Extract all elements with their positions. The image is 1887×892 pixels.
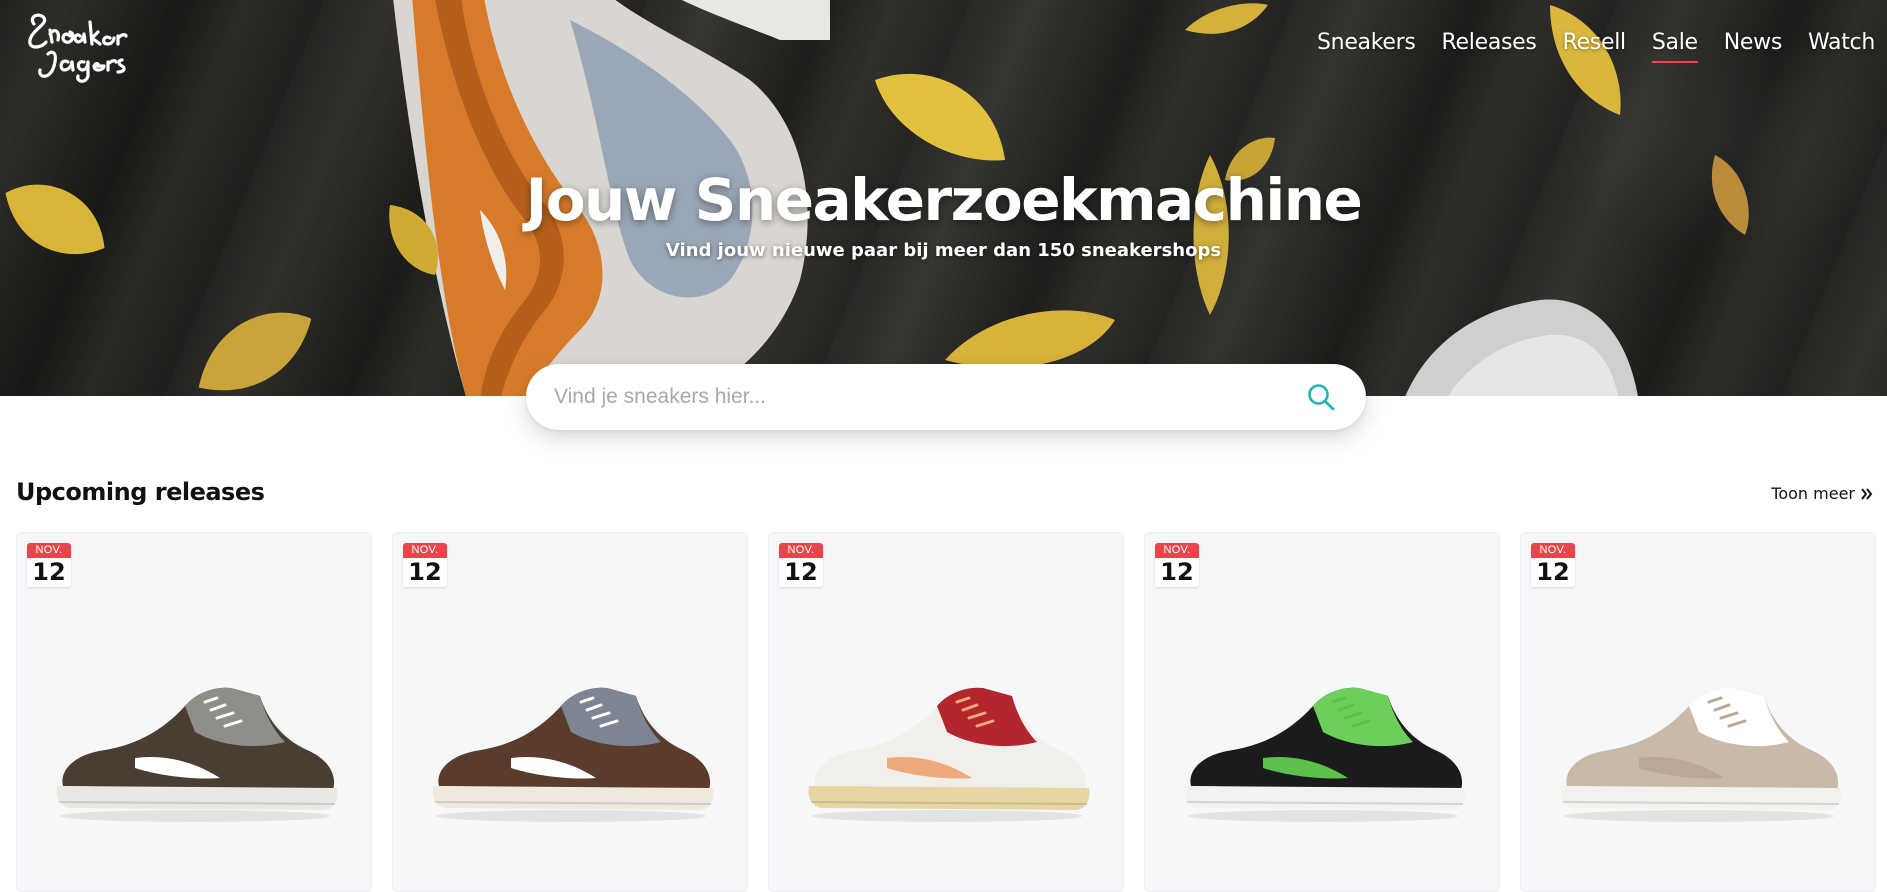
hero-sneaker-image-2: [1405, 299, 1638, 396]
show-more-link[interactable]: Toon meer: [1771, 484, 1873, 503]
release-day: 12: [784, 558, 818, 586]
search-input[interactable]: [554, 364, 1274, 430]
release-month: NOV.: [27, 543, 71, 558]
sneakerjagers-logo[interactable]: [18, 6, 128, 86]
nav-item-watch[interactable]: Watch: [1808, 30, 1875, 63]
release-card[interactable]: NOV. 12: [392, 532, 748, 892]
release-date-badge: NOV. 12: [1155, 543, 1199, 587]
sneaker-image: [1184, 687, 1466, 822]
leaf-decoration: [1185, 3, 1268, 34]
hero-banner: Sneakers Releases Resell Sale News Watch…: [0, 0, 1887, 396]
release-card[interactable]: NOV. 12: [768, 532, 1124, 892]
nav-item-releases[interactable]: Releases: [1442, 30, 1537, 63]
release-date-badge: NOV. 12: [1531, 543, 1575, 587]
sneaker-image: [432, 687, 714, 822]
release-date-badge: NOV. 12: [403, 543, 447, 587]
release-card[interactable]: NOV. 12: [1520, 532, 1876, 892]
nav-item-news[interactable]: News: [1724, 30, 1783, 63]
nav-item-sale[interactable]: Sale: [1651, 30, 1698, 63]
leaf-decoration: [875, 73, 1005, 161]
release-month: NOV.: [1155, 543, 1199, 558]
main-nav: Sneakers Releases Resell Sale News Watch: [1317, 30, 1875, 63]
search-bar: [526, 364, 1366, 430]
nav-item-resell[interactable]: Resell: [1563, 30, 1627, 63]
release-date-badge: NOV. 12: [779, 543, 823, 587]
release-day: 12: [1536, 558, 1570, 586]
release-day: 12: [408, 558, 442, 586]
hero-subtitle: Vind jouw nieuwe paar bij meer dan 150 s…: [665, 240, 1222, 261]
sneaker-image: [56, 687, 338, 822]
show-more-label: Toon meer: [1771, 484, 1855, 503]
release-card[interactable]: NOV. 12: [1144, 532, 1500, 892]
release-day: 12: [1160, 558, 1194, 586]
release-card[interactable]: NOV. 12: [16, 532, 372, 892]
search-icon[interactable]: [1306, 382, 1336, 412]
sneaker-image: [808, 687, 1090, 822]
leaf-decoration: [198, 312, 312, 391]
nav-item-sneakers[interactable]: Sneakers: [1317, 30, 1416, 63]
hero-title: Jouw Sneakerzoekmachine: [525, 166, 1363, 234]
release-month: NOV.: [779, 543, 823, 558]
release-month: NOV.: [1531, 543, 1575, 558]
double-chevron-right-icon: [1861, 487, 1873, 500]
release-date-badge: NOV. 12: [27, 543, 71, 587]
release-day: 12: [32, 558, 66, 586]
sneaker-image: [1560, 687, 1842, 822]
release-month: NOV.: [403, 543, 447, 558]
upcoming-releases-title: Upcoming releases: [16, 478, 265, 506]
release-cards: NOV. 12 NOV. 12 NOV. 12 NOV. 12 NOV. 12: [16, 532, 1876, 892]
